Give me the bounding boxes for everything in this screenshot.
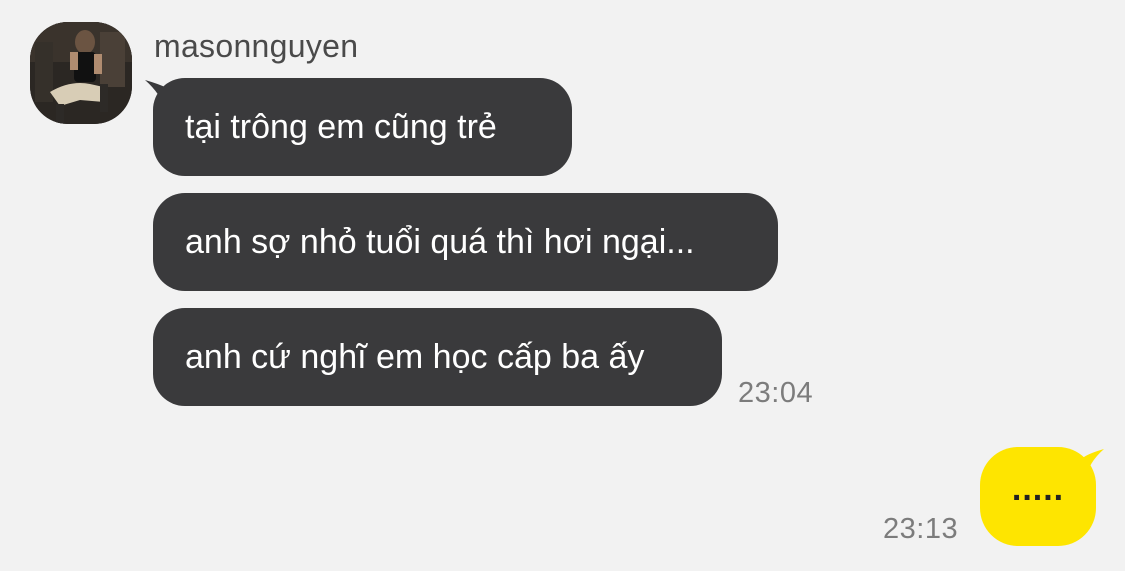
avatar-photo-icon xyxy=(30,22,132,124)
message-text: ..... xyxy=(1011,470,1065,508)
message-text: anh cứ nghĩ em học cấp ba ấy xyxy=(185,337,645,376)
sender-avatar[interactable] xyxy=(30,22,132,124)
incoming-message-bubble[interactable]: tại trông em cũng trẻ xyxy=(153,78,572,176)
incoming-timestamp: 23:04 xyxy=(738,377,814,409)
outgoing-message-bubble[interactable]: ..... xyxy=(980,447,1096,546)
message-text: anh sợ nhỏ tuổi quá thì hơi ngại... xyxy=(185,222,695,261)
message-text: tại trông em cũng trẻ xyxy=(185,107,497,146)
incoming-message-bubble[interactable]: anh cứ nghĩ em học cấp ba ấy xyxy=(153,308,722,406)
outgoing-timestamp: 23:13 xyxy=(883,513,959,545)
incoming-message-bubble[interactable]: anh sợ nhỏ tuổi quá thì hơi ngại... xyxy=(153,193,778,291)
sender-name[interactable]: masonnguyen xyxy=(154,28,358,65)
